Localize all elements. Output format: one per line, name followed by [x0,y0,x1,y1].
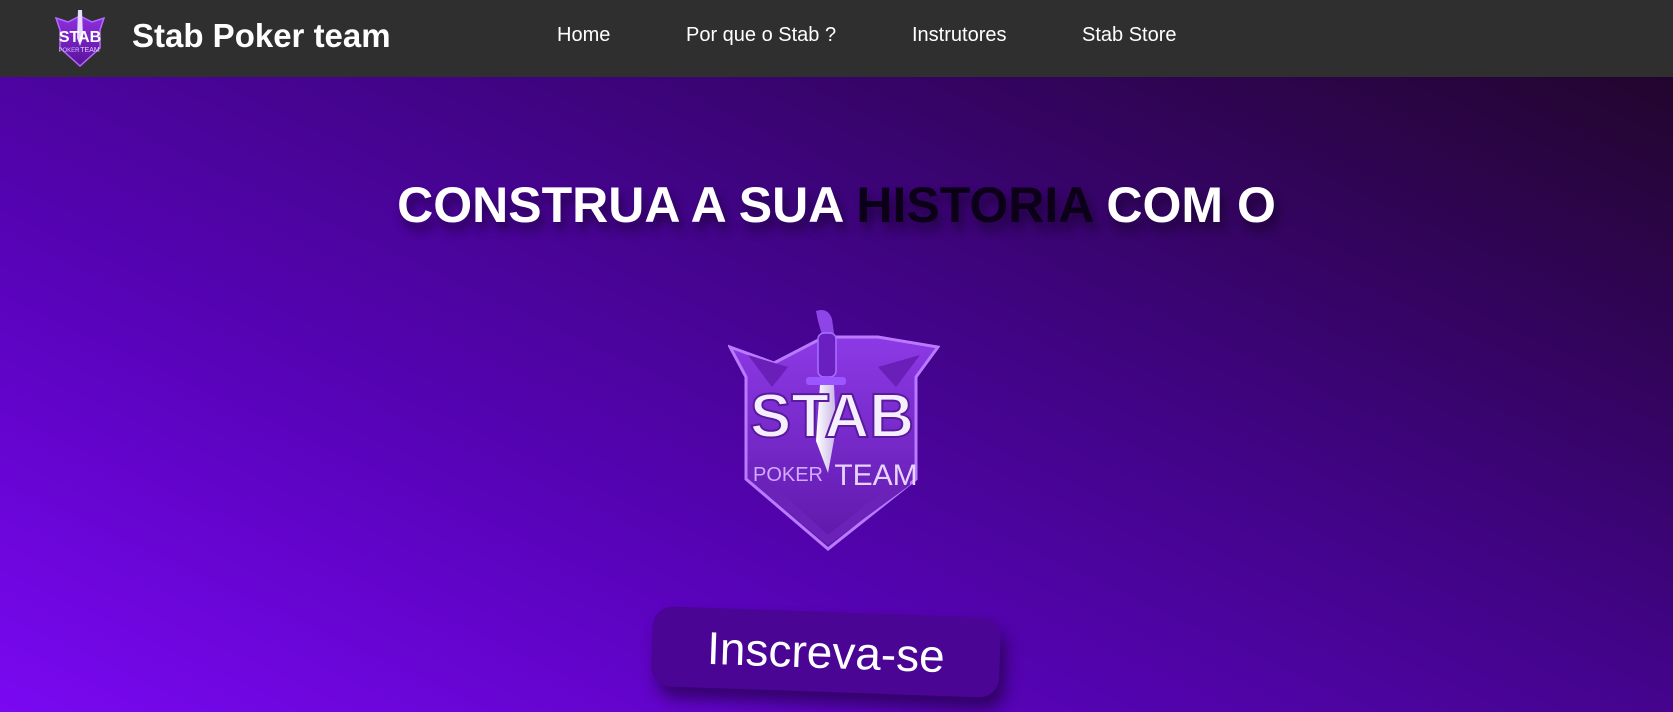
hero-section: CONSTRUA A SUA HISTORIA COM O STAB POKER… [0,77,1673,712]
stab-logo-icon[interactable]: STAB POKER TEAM [52,8,108,68]
nav-instrutores[interactable]: Instrutores [912,24,1006,47]
brand-name[interactable]: Stab Poker team [132,17,391,55]
hero-headline: CONSTRUA A SUA HISTORIA COM O [0,176,1673,234]
headline-part1: CONSTRUA A SUA [397,177,857,233]
inscreva-se-button[interactable]: Inscreva-se [650,605,1002,699]
headline-part2: COM O [1092,177,1276,233]
logo-sub-left-text: POKER [58,48,80,54]
hero-logo-main-text: STAB [750,382,914,451]
headline-accent: HISTORIA [856,177,1093,233]
logo-sub-right-text: TEAM [80,47,100,54]
top-navbar: STAB POKER TEAM Stab Poker team Home Por… [0,0,1673,77]
hero-logo-sub-left-text: POKER [753,464,823,486]
logo-main-text: STAB [59,29,101,46]
nav-stab-store[interactable]: Stab Store [1082,24,1177,47]
hero-logo-sub-right-text: TEAM [834,459,917,492]
nav-home[interactable]: Home [557,24,610,47]
stab-poker-team-logo-icon: STAB POKER TEAM [728,310,940,551]
nav-por-que-o-stab[interactable]: Por que o Stab ? [686,24,836,47]
